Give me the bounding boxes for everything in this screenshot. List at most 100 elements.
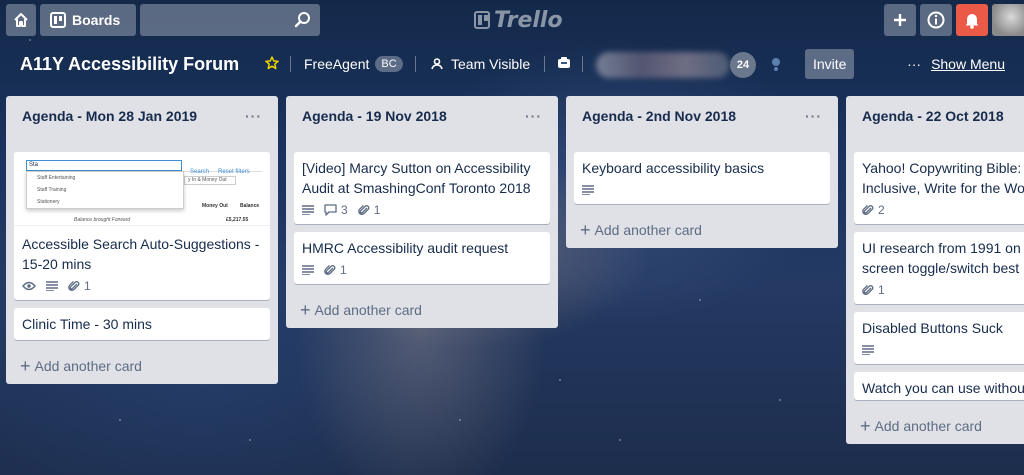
attachment-badge: 1: [68, 276, 91, 296]
invite-button[interactable]: Invite: [805, 49, 855, 79]
list-header: Agenda - 22 Oct 2018: [854, 96, 1024, 136]
list[interactable]: Agenda - 2nd Nov 2018 ··· Keyboard acces…: [566, 96, 838, 248]
team-badge: BC: [375, 56, 403, 72]
add-card-button[interactable]: + Add another card: [574, 212, 830, 248]
attachment-count: 1: [878, 283, 885, 297]
add-member-icon[interactable]: [770, 57, 782, 71]
card[interactable]: Disabled Buttons Suck: [854, 312, 1024, 364]
user-avatar[interactable]: [992, 4, 1024, 36]
visibility-label: Team Visible: [451, 56, 531, 72]
add-card-label: Add another card: [34, 358, 142, 374]
description-badge: [582, 185, 594, 195]
home-button[interactable]: [6, 4, 36, 36]
more-icon: ···: [907, 56, 922, 72]
add-card-button[interactable]: + Add another card: [854, 408, 1024, 444]
list-title[interactable]: Agenda - Mon 28 Jan 2019: [22, 108, 197, 124]
attachment-count: 1: [373, 203, 381, 217]
star-icon[interactable]: [265, 56, 279, 70]
show-menu-label: Show Menu: [931, 56, 1005, 72]
visibility-button[interactable]: Team Visible: [430, 56, 530, 72]
header-actions: [884, 4, 1024, 36]
card-title: HMRC Accessibility audit request: [302, 240, 509, 256]
board-members[interactable]: [596, 52, 730, 78]
add-card-button[interactable]: + Add another card: [14, 348, 270, 384]
cover-select: y In & Money Out: [184, 176, 236, 185]
list[interactable]: Agenda - 19 Nov 2018 ··· [Video] Marcy S…: [286, 96, 558, 328]
card[interactable]: Clinic Time - 30 mins: [14, 308, 270, 340]
search-box[interactable]: [140, 4, 320, 36]
info-button[interactable]: [920, 4, 952, 36]
plus-icon: +: [300, 300, 311, 320]
board-header: A11Y Accessibility Forum FreeAgent BC Te…: [0, 44, 1024, 84]
header-divider: [582, 56, 583, 72]
cover-option: Staff Entertaining: [37, 175, 76, 181]
attachment-count: 1: [340, 263, 347, 277]
create-button[interactable]: [884, 4, 916, 36]
card[interactable]: Keyboard accessibility basics: [574, 152, 830, 204]
list[interactable]: Agenda - 22 Oct 2018 Yahoo! Copywriting …: [846, 96, 1024, 444]
card[interactable]: Sta Search Reset filters y In & Money Ou…: [14, 152, 270, 300]
card[interactable]: [Video] Marcy Sutton on Accessibility Au…: [294, 152, 550, 224]
list-header: Agenda - Mon 28 Jan 2019 ···: [14, 96, 270, 136]
home-icon: [14, 13, 28, 27]
search-input[interactable]: [140, 4, 320, 36]
card-cover-image: Sta Search Reset filters y In & Money Ou…: [14, 152, 270, 226]
top-header: Boards Trello: [0, 0, 1024, 40]
description-icon: [302, 265, 314, 275]
team-visibility-icon: [431, 58, 443, 70]
card-badges: [582, 182, 822, 198]
info-icon: [927, 11, 945, 29]
list-menu-icon[interactable]: ···: [525, 108, 542, 124]
plus-icon: +: [20, 356, 31, 376]
board-title[interactable]: A11Y Accessibility Forum: [20, 54, 239, 75]
card-title: [Video] Marcy Sutton on Accessibility Au…: [302, 160, 531, 196]
boards-button[interactable]: Boards: [40, 4, 136, 36]
card[interactable]: HMRC Accessibility audit request 1: [294, 232, 550, 284]
card-title: Clinic Time - 30 mins: [22, 316, 152, 332]
description-icon: [582, 185, 594, 195]
trello-logo[interactable]: Trello: [474, 6, 563, 34]
attachment-badge: 1: [357, 200, 381, 220]
attachment-count: 2: [878, 203, 885, 217]
boards-label: Boards: [72, 12, 121, 28]
paperclip-icon: [862, 285, 874, 296]
list-header: Agenda - 19 Nov 2018 ···: [294, 96, 550, 136]
search-icon[interactable]: [294, 11, 312, 29]
card-title: Watch you can use withou: [862, 380, 1024, 396]
notifications-button[interactable]: [956, 4, 988, 36]
card[interactable]: UI research from 1991 on screen toggle/s…: [854, 232, 1024, 304]
bell-icon: [965, 14, 979, 29]
plus-icon: +: [580, 220, 591, 240]
card-badges: 1: [862, 282, 1024, 298]
comment-count: 3: [341, 203, 348, 217]
description-icon: [46, 281, 58, 291]
card-badges: 2: [862, 202, 1024, 218]
card-title: UI research from 1991 on screen toggle/s…: [862, 240, 1021, 276]
list-title[interactable]: Agenda - 22 Oct 2018: [862, 108, 1004, 124]
card[interactable]: Yahoo! Copywriting Bible: Inclusive, Wri…: [854, 152, 1024, 224]
add-card-button[interactable]: + Add another card: [294, 292, 550, 328]
attachment-badge: 1: [862, 280, 885, 300]
paperclip-icon: [324, 265, 336, 276]
attachment-badge: 2: [862, 200, 885, 220]
header-divider: [544, 56, 545, 72]
butler-icon[interactable]: [557, 56, 571, 70]
member-count-badge[interactable]: 24: [730, 52, 756, 78]
description-badge: [862, 345, 874, 355]
list-title[interactable]: Agenda - 19 Nov 2018: [302, 108, 447, 124]
team-name: FreeAgent: [304, 56, 370, 72]
list-title[interactable]: Agenda - 2nd Nov 2018: [582, 108, 736, 124]
show-menu-button[interactable]: ··· Show Menu: [907, 56, 1005, 72]
list[interactable]: Agenda - Mon 28 Jan 2019 ··· Sta Search …: [6, 96, 278, 384]
cover-dropdown: Staff Entertaining Staff Training Statio…: [26, 171, 184, 209]
list-menu-icon[interactable]: ···: [805, 108, 822, 124]
trello-logo-icon: [474, 11, 490, 29]
description-icon: [862, 345, 874, 355]
card-badges: 3 1: [302, 202, 542, 218]
card[interactable]: Watch you can use withou: [854, 372, 1024, 400]
comments-badge: 3: [324, 200, 348, 220]
cover-col-money-out: Money Out: [202, 203, 228, 209]
team-button[interactable]: FreeAgent BC: [304, 56, 403, 72]
description-badge: [302, 205, 314, 215]
list-menu-icon[interactable]: ···: [245, 108, 262, 124]
